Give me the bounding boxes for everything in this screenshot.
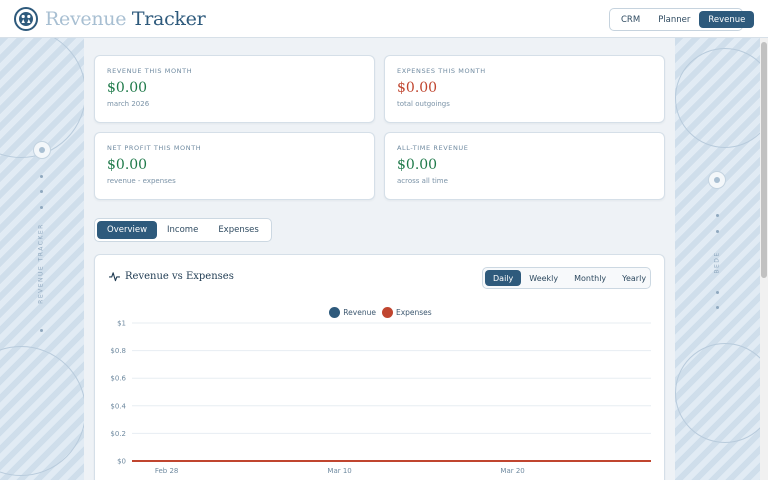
period-weekly[interactable]: Weekly (521, 270, 566, 286)
logo-icon (14, 6, 38, 31)
stat-card-all-time-revenue: ALL-TIME REVENUE $0.00 across all time (384, 132, 665, 200)
legend-label: Revenue (343, 308, 376, 317)
x-tick-label: Feb 28 (155, 467, 179, 475)
brand-word-dark: Tracker (131, 7, 206, 30)
stat-card-net-profit: NET PROFIT THIS MONTH $0.00 revenue - ex… (94, 132, 375, 200)
decorative-ring (675, 48, 760, 148)
decorative-dot (716, 291, 719, 294)
decorative-ring (0, 38, 84, 158)
decorative-ring (0, 346, 84, 476)
decorative-dot (40, 175, 43, 178)
decorative-dot (40, 329, 43, 332)
activity-icon (109, 272, 120, 282)
stat-value: $0.00 (397, 157, 438, 173)
stat-label: REVENUE THIS MONTH (107, 67, 193, 75)
stat-label: NET PROFIT THIS MONTH (107, 144, 202, 152)
period-yearly[interactable]: Yearly (614, 270, 654, 286)
period-monthly[interactable]: Monthly (566, 270, 614, 286)
chart-title-text: Revenue vs Expenses (125, 271, 234, 282)
stat-value: $0.00 (397, 80, 438, 96)
left-rail-label: REVENUE TRACKER (37, 223, 45, 304)
stat-label: EXPENSES THIS MONTH (397, 67, 486, 75)
nav-revenue[interactable]: Revenue (699, 11, 755, 28)
stat-subtext: total outgoings (397, 100, 450, 108)
legend-swatch-expenses (381, 307, 393, 318)
legend-item-revenue[interactable]: Revenue (329, 307, 376, 318)
nav-crm[interactable]: CRM (612, 11, 649, 28)
x-tick-label: Mar 10 (327, 467, 351, 475)
tab-expenses[interactable]: Expenses (208, 221, 269, 239)
chart-title: Revenue vs Expenses (109, 271, 234, 282)
stat-label: ALL-TIME REVENUE (397, 144, 469, 152)
stat-card-revenue-month: REVENUE THIS MONTH $0.00 march 2026 (94, 55, 375, 123)
decorative-ring (675, 343, 760, 443)
app-nav: CRM Planner Revenue (609, 8, 755, 31)
stat-subtext: march 2026 (107, 100, 150, 108)
y-tick-label: $0.6 (110, 375, 126, 383)
decorative-dot (40, 206, 43, 209)
period-selector: Daily Weekly Monthly Yearly (482, 267, 651, 289)
decorative-dot (40, 190, 43, 193)
legend-swatch-revenue (329, 307, 341, 318)
right-decorative-rail: BEDE (675, 38, 760, 480)
section-tabs: Overview Income Expenses (94, 218, 272, 242)
y-tick-label: $0.2 (110, 430, 126, 438)
stat-subtext: across all time (397, 177, 448, 185)
page-scrollbar[interactable] (760, 38, 768, 480)
stat-value: $0.00 (107, 80, 148, 96)
y-tick-label: $0.4 (110, 402, 126, 410)
app-header: Revenue Tracker CRM Planner Revenue (0, 0, 768, 38)
revenue-chart-card: $0 $0.2 $0.4 $0.6 $0.8 $1 Feb 28 Mar 10 Mar 20 R… (94, 254, 665, 480)
x-tick-label: Mar 20 (500, 467, 524, 475)
y-tick-label: $1 (117, 320, 126, 328)
decorative-dot (716, 306, 719, 309)
scrollbar-thumb[interactable] (761, 42, 767, 278)
nav-planner[interactable]: Planner (649, 11, 699, 28)
chart-legend: Revenue Expenses (95, 307, 666, 318)
legend-label: Expenses (395, 308, 432, 317)
stat-value: $0.00 (107, 157, 148, 173)
decorative-knob-icon (33, 141, 51, 159)
stat-subtext: revenue - expenses (107, 177, 176, 185)
tab-overview[interactable]: Overview (97, 221, 158, 239)
brand-word-light: Revenue (45, 7, 127, 30)
decorative-dot (716, 214, 719, 217)
legend-item-expenses[interactable]: Expenses (381, 307, 432, 318)
tab-income[interactable]: Income (157, 221, 208, 239)
y-tick-label: $0.8 (110, 347, 126, 355)
right-rail-label: BEDE (713, 251, 721, 274)
decorative-knob-icon (708, 171, 726, 189)
brand-title: Revenue Tracker (45, 7, 206, 30)
y-tick-label: $0 (117, 458, 126, 466)
stat-card-expenses-month: EXPENSES THIS MONTH $0.00 total outgoing… (384, 55, 665, 123)
left-decorative-rail: REVENUE TRACKER (0, 38, 84, 480)
period-daily[interactable]: Daily (485, 270, 522, 286)
